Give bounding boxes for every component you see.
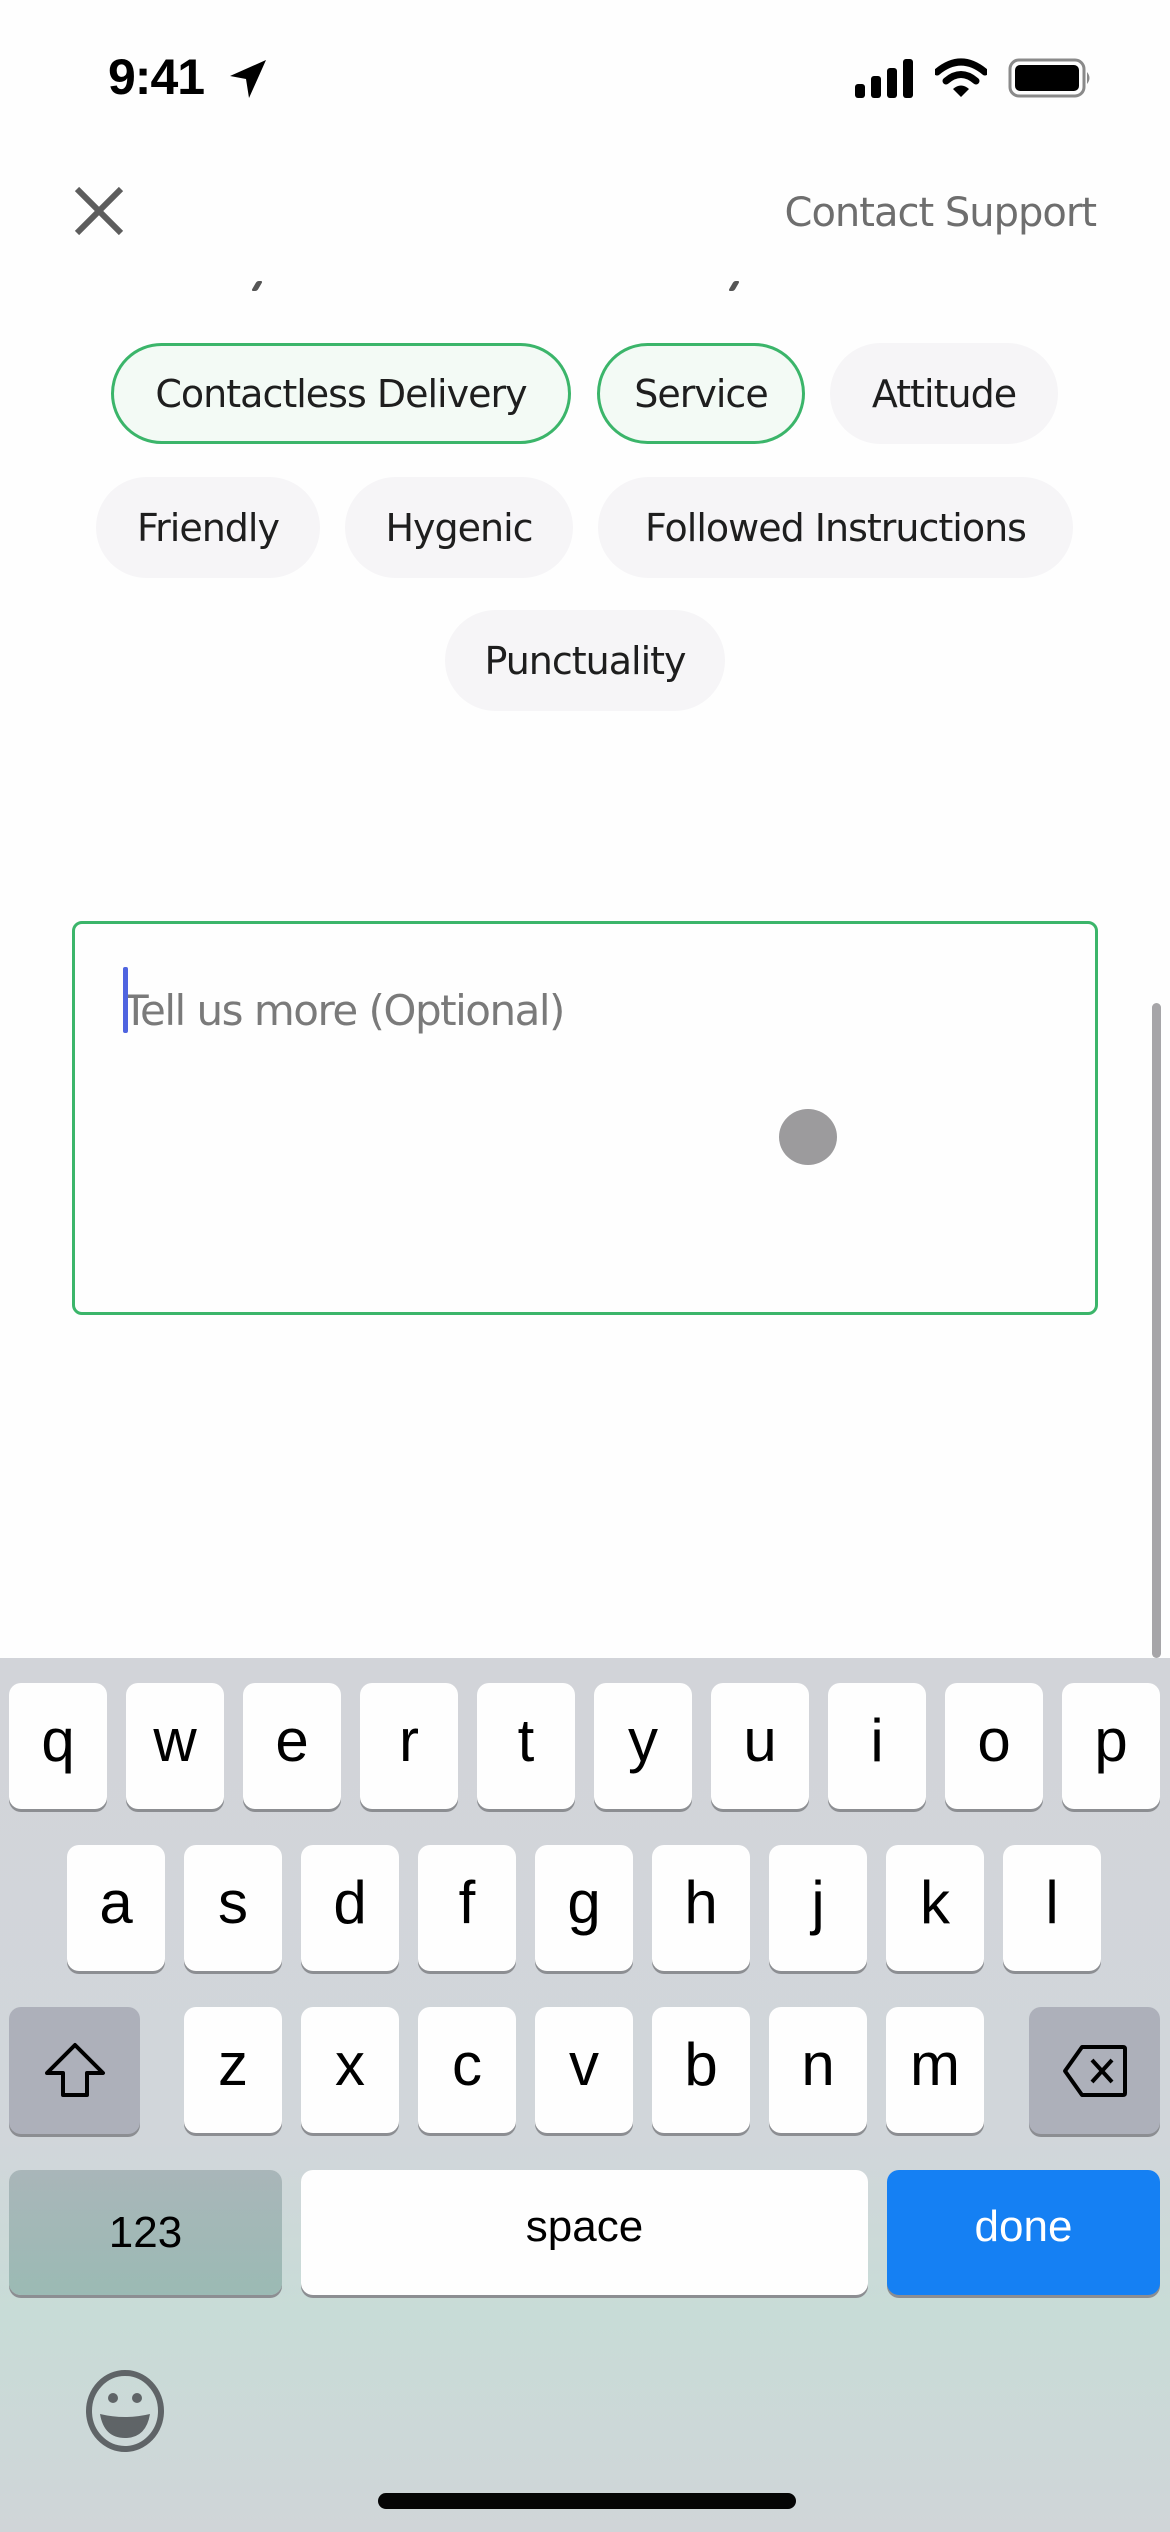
- key-s[interactable]: s: [184, 1845, 282, 1971]
- tag-chip-contactless-delivery[interactable]: Contactless Delivery: [111, 343, 571, 444]
- tag-label: Friendly: [137, 505, 280, 550]
- key-t[interactable]: t: [477, 1683, 575, 1809]
- feedback-textarea[interactable]: [72, 921, 1098, 1315]
- key-h[interactable]: h: [652, 1845, 750, 1971]
- key-q[interactable]: q: [9, 1683, 107, 1809]
- space-key-label: space: [525, 2201, 644, 2251]
- key-label: z: [218, 2030, 248, 2098]
- key-label: q: [41, 1706, 75, 1774]
- key-b[interactable]: b: [652, 2007, 750, 2133]
- key-u[interactable]: u: [711, 1683, 809, 1809]
- key-label: x: [335, 2030, 365, 2098]
- key-label: m: [910, 2030, 960, 2098]
- tag-chip-attitude[interactable]: Attitude: [830, 343, 1058, 444]
- tag-chip-followed-instructions[interactable]: Followed Instructions: [598, 477, 1073, 578]
- key-label: f: [458, 1868, 476, 1936]
- key-label: j: [811, 1868, 825, 1936]
- key-label: v: [569, 2030, 599, 2098]
- key-label: e: [275, 1706, 309, 1774]
- key-label: g: [567, 1868, 601, 1936]
- key-m[interactable]: m: [886, 2007, 984, 2133]
- key-label: o: [977, 1706, 1011, 1774]
- feedback-input[interactable]: [123, 970, 1023, 1050]
- close-icon: [74, 186, 124, 236]
- key-v[interactable]: v: [535, 2007, 633, 2133]
- contact-support-link[interactable]: Contact Support: [785, 190, 1097, 236]
- key-label: i: [870, 1706, 884, 1774]
- backspace-icon: [1062, 2044, 1127, 2097]
- key-i[interactable]: i: [828, 1683, 926, 1809]
- home-indicator[interactable]: [378, 2493, 796, 2509]
- key-a[interactable]: a: [67, 1845, 165, 1971]
- tag-label: Punctuality: [484, 638, 686, 683]
- key-y[interactable]: y: [594, 1683, 692, 1809]
- cutoff-text-fragment: [251, 281, 263, 291]
- keyboard: q w e r t y u i o p a s d f g h j k l z x c v b n m 123 space d…: [0, 1658, 1170, 2532]
- tag-label: Followed Instructions: [645, 505, 1027, 550]
- key-n[interactable]: n: [769, 2007, 867, 2133]
- tag-chip-service[interactable]: Service: [597, 343, 805, 444]
- key-label: a: [99, 1868, 133, 1936]
- key-j[interactable]: j: [769, 1845, 867, 1971]
- shift-icon: [44, 2042, 105, 2097]
- tag-label: Hygenic: [385, 505, 533, 550]
- key-k[interactable]: k: [886, 1845, 984, 1971]
- battery-icon: [1008, 58, 1090, 98]
- numbers-key[interactable]: 123: [9, 2170, 282, 2295]
- delete-key[interactable]: [1029, 2007, 1160, 2134]
- emoji-button[interactable]: [82, 2368, 168, 2454]
- status-bar: 9:41: [0, 0, 1170, 150]
- status-time: 9:41: [108, 49, 205, 105]
- scrollbar[interactable]: [1152, 1003, 1161, 1658]
- tag-label: Attitude: [871, 371, 1017, 416]
- key-d[interactable]: d: [301, 1845, 399, 1971]
- key-x[interactable]: x: [301, 2007, 399, 2133]
- key-label: b: [684, 2030, 718, 2098]
- key-r[interactable]: r: [360, 1683, 458, 1809]
- key-label: n: [801, 2030, 835, 2098]
- key-label: u: [743, 1706, 777, 1774]
- key-label: r: [399, 1706, 419, 1774]
- text-caret: [123, 967, 128, 1033]
- key-l[interactable]: l: [1003, 1845, 1101, 1971]
- key-label: t: [517, 1706, 535, 1774]
- key-f[interactable]: f: [418, 1845, 516, 1971]
- cellular-signal-icon: [855, 59, 913, 98]
- done-key-label: done: [974, 2201, 1073, 2251]
- key-label: d: [333, 1868, 367, 1936]
- key-e[interactable]: e: [243, 1683, 341, 1809]
- key-label: l: [1045, 1868, 1059, 1936]
- space-key[interactable]: space: [301, 2170, 868, 2295]
- key-z[interactable]: z: [184, 2007, 282, 2133]
- cutoff-text-fragment: [728, 281, 740, 291]
- tag-chip-friendly[interactable]: Friendly: [96, 477, 320, 578]
- key-label: h: [684, 1868, 718, 1936]
- key-w[interactable]: w: [126, 1683, 224, 1809]
- emoji-icon: [86, 2370, 164, 2452]
- key-label: c: [452, 2030, 482, 2098]
- touch-indicator: [779, 1109, 837, 1165]
- key-label: y: [628, 1706, 658, 1774]
- key-p[interactable]: p: [1062, 1683, 1160, 1809]
- key-label: k: [920, 1868, 950, 1936]
- key-label: p: [1094, 1706, 1128, 1774]
- close-button[interactable]: [64, 176, 134, 246]
- key-g[interactable]: g: [535, 1845, 633, 1971]
- key-label: w: [153, 1706, 197, 1774]
- done-key[interactable]: done: [887, 2170, 1160, 2295]
- tag-chip-punctuality[interactable]: Punctuality: [445, 610, 725, 711]
- tag-label: Contactless Delivery: [155, 371, 527, 416]
- tag-chip-hygenic[interactable]: Hygenic: [345, 477, 573, 578]
- shift-key[interactable]: [9, 2007, 140, 2134]
- tag-label: Service: [634, 371, 768, 416]
- numbers-key-label: 123: [108, 2207, 183, 2257]
- key-c[interactable]: c: [418, 2007, 516, 2133]
- wifi-icon: [935, 58, 987, 97]
- key-label: s: [218, 1868, 248, 1936]
- key-o[interactable]: o: [945, 1683, 1043, 1809]
- location-arrow-icon: [230, 60, 266, 98]
